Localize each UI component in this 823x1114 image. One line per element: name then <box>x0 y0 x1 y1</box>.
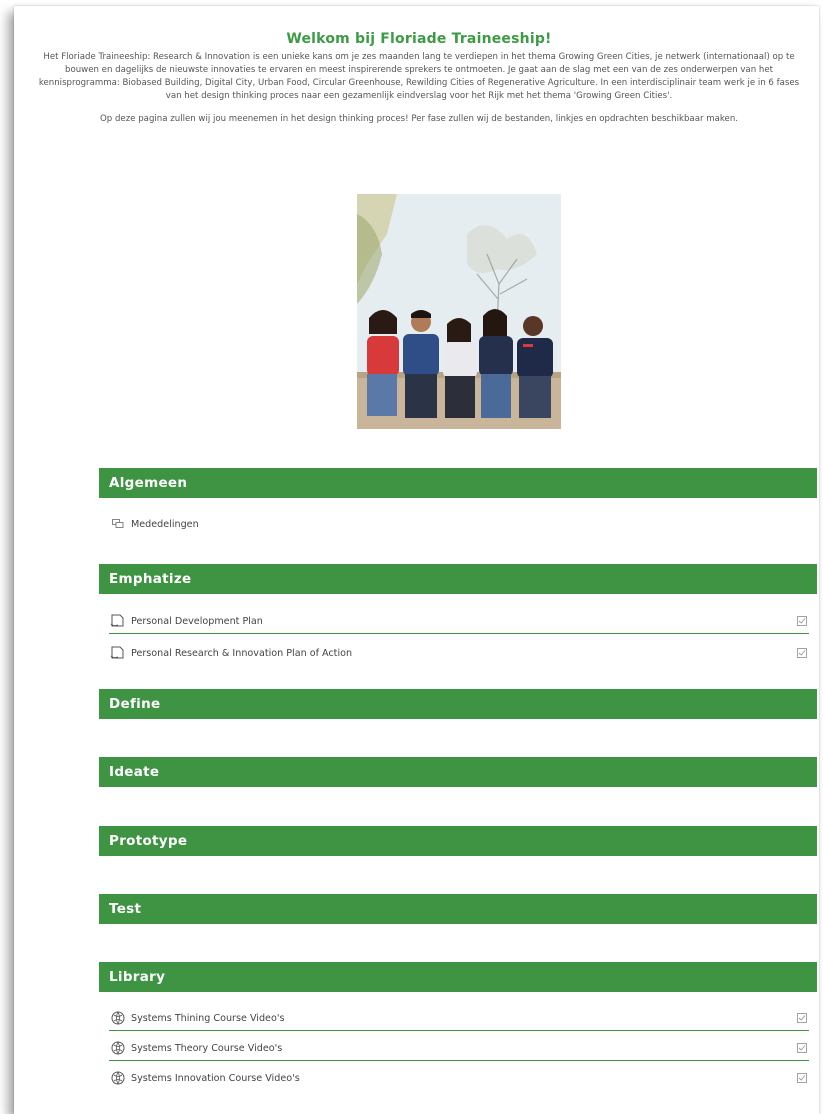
intro-paragraph-2: Op deze pagina zullen wij jou meenemen i… <box>100 114 738 124</box>
section-header-library[interactable]: Library <box>99 962 817 992</box>
completion-checkbox[interactable] <box>795 1011 809 1025</box>
list-item-label[interactable]: Systems Innovation Course Video's <box>131 1073 795 1084</box>
list-item-label[interactable]: Personal Development Plan <box>131 616 795 627</box>
page-title: Welkom bij Floriade Traineeship! <box>286 31 552 47</box>
list-item-systems-thining[interactable]: Systems Thining Course Video's <box>109 1006 809 1031</box>
completion-checkbox[interactable] <box>795 1041 809 1055</box>
list-item-label[interactable]: Personal Research & Innovation Plan of A… <box>131 648 795 659</box>
list-item-systems-theory[interactable]: Systems Theory Course Video's <box>109 1036 809 1061</box>
url-icon <box>109 1070 127 1086</box>
completion-checkbox[interactable] <box>795 614 809 628</box>
list-item-mededelingen[interactable]: Mededelingen <box>109 512 809 536</box>
assignment-icon <box>109 613 127 629</box>
intro-paragraph: Het Floriade Traineeship: Research & Inn… <box>38 52 800 101</box>
group-photo-image <box>357 194 561 429</box>
intro: Welkom bij Floriade Traineeship! Het Flo… <box>34 6 804 134</box>
section-header-algemeen[interactable]: Algemeen <box>99 468 817 498</box>
list-item-systems-innovation[interactable]: Systems Innovation Course Video's <box>109 1066 809 1090</box>
forum-icon <box>109 516 127 532</box>
section-header-ideate[interactable]: Ideate <box>99 757 817 787</box>
url-icon <box>109 1040 127 1056</box>
section-header-prototype[interactable]: Prototype <box>99 826 817 856</box>
page-frame: Welkom bij Floriade Traineeship! Het Flo… <box>14 6 819 1114</box>
list-item-label[interactable]: Systems Theory Course Video's <box>131 1043 795 1054</box>
section-header-test[interactable]: Test <box>99 894 817 924</box>
completion-checkbox[interactable] <box>795 646 809 660</box>
list-item-personal-development-plan[interactable]: Personal Development Plan <box>109 609 809 634</box>
url-icon <box>109 1010 127 1026</box>
list-item-personal-research-plan[interactable]: Personal Research & Innovation Plan of A… <box>109 641 809 665</box>
section-header-define[interactable]: Define <box>99 689 817 719</box>
completion-checkbox[interactable] <box>795 1071 809 1085</box>
list-item-label[interactable]: Mededelingen <box>131 519 809 530</box>
group-photo <box>357 194 561 429</box>
section-header-emphatize[interactable]: Emphatize <box>99 564 817 594</box>
list-item-label[interactable]: Systems Thining Course Video's <box>131 1013 795 1024</box>
assignment-icon <box>109 645 127 661</box>
